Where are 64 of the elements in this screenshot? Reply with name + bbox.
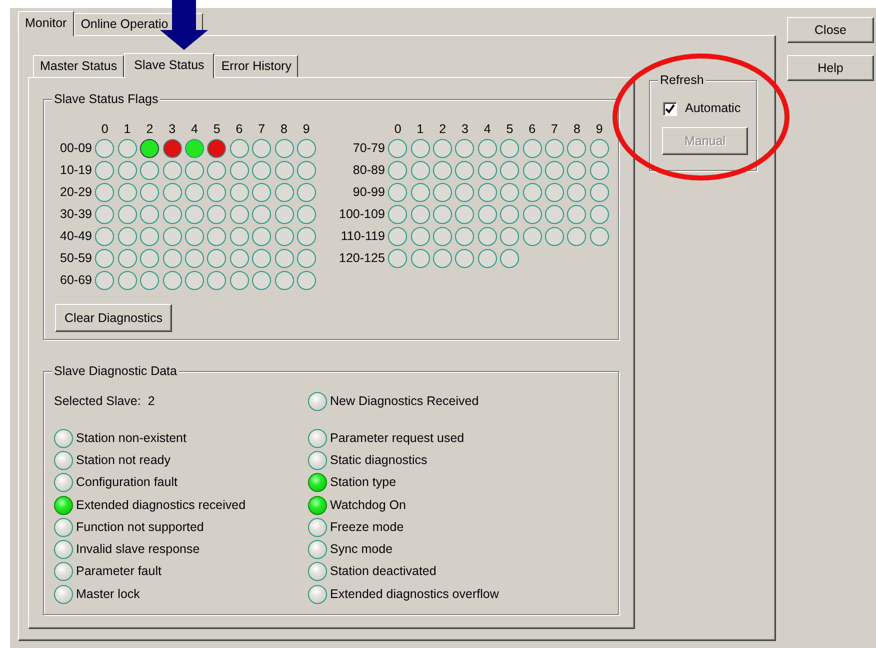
row-label: 20-29 xyxy=(59,184,92,201)
status-label: Watchdog On xyxy=(330,498,406,513)
column-number: 5 xyxy=(505,122,514,136)
status-label: Parameter request used xyxy=(330,430,464,446)
column-number: 7 xyxy=(257,122,266,136)
row-label: 30-39 xyxy=(59,206,92,223)
column-number: 9 xyxy=(594,122,604,136)
status-label: Parameter fault xyxy=(76,564,162,580)
column-number: 0 xyxy=(100,122,110,136)
tab[interactable]: Master Status xyxy=(33,55,124,77)
column-number: 1 xyxy=(416,122,425,136)
row-label: 90-99 xyxy=(352,184,385,201)
tab[interactable]: Monitor xyxy=(18,11,74,36)
column-number: 6 xyxy=(528,122,537,136)
column-number: 6 xyxy=(234,122,244,136)
status-label: Extended diagnostics overflow xyxy=(330,586,499,602)
status-led[interactable] xyxy=(140,139,160,158)
status-label: Invalid slave response xyxy=(76,542,200,558)
column-number: 0 xyxy=(393,122,402,136)
column-number: 7 xyxy=(550,122,559,136)
column-number: 8 xyxy=(572,122,582,136)
row-label: 100-109 xyxy=(338,206,385,223)
column-number: 9 xyxy=(302,122,311,136)
status-label: Station type xyxy=(330,475,396,490)
column-number: 5 xyxy=(212,122,222,136)
status-label: Station non-existent xyxy=(76,430,186,446)
dialog-button[interactable]: Help xyxy=(787,55,874,81)
group-title: Slave Status Flags xyxy=(52,92,160,107)
row-label: 00-09 xyxy=(59,140,92,157)
status-label: Static diagnostics xyxy=(330,452,428,468)
status-label: Function not supported xyxy=(76,520,204,535)
group-title: Slave Diagnostic Data xyxy=(52,364,179,379)
tab[interactable]: Error History xyxy=(214,55,298,77)
selected-slave-value: 2 xyxy=(148,394,155,409)
status-label: Sync mode xyxy=(330,542,393,558)
column-number: 2 xyxy=(438,122,448,136)
status-label: Extended diagnostics received xyxy=(76,498,246,513)
status-label: Configuration fault xyxy=(76,475,178,490)
row-label: 10-19 xyxy=(59,162,92,179)
column-number: 2 xyxy=(145,122,154,136)
status-label: Station deactivated xyxy=(330,564,436,580)
dialog-button[interactable]: Close xyxy=(787,17,874,43)
column-number: 1 xyxy=(122,122,132,136)
row-label: 110-119 xyxy=(340,228,385,245)
column-number: 3 xyxy=(168,122,177,136)
column-number: 3 xyxy=(460,122,470,136)
status-label: New Diagnostics Received xyxy=(330,394,479,409)
column-number: 8 xyxy=(280,122,288,136)
row-label: 70-79 xyxy=(352,140,385,157)
checkbox[interactable] xyxy=(663,102,677,116)
row-label: 50-59 xyxy=(59,250,92,267)
clear-diagnostics-button[interactable]: Clear Diagnostics xyxy=(55,304,172,332)
row-label: 120-125 xyxy=(338,250,385,267)
selected-slave-label: Selected Slave: xyxy=(54,394,141,409)
tab[interactable]: Slave Status xyxy=(124,53,214,78)
row-label: 80-89 xyxy=(352,162,385,179)
column-number: 4 xyxy=(482,122,492,136)
status-label: Station not ready xyxy=(76,452,171,468)
status-label: Freeze mode xyxy=(330,520,404,535)
status-label: Master lock xyxy=(76,586,140,602)
row-label: 40-49 xyxy=(59,228,92,245)
checkbox-label: Automatic xyxy=(685,101,741,116)
column-number: 4 xyxy=(190,122,199,136)
row-label: 60-69 xyxy=(59,272,92,289)
